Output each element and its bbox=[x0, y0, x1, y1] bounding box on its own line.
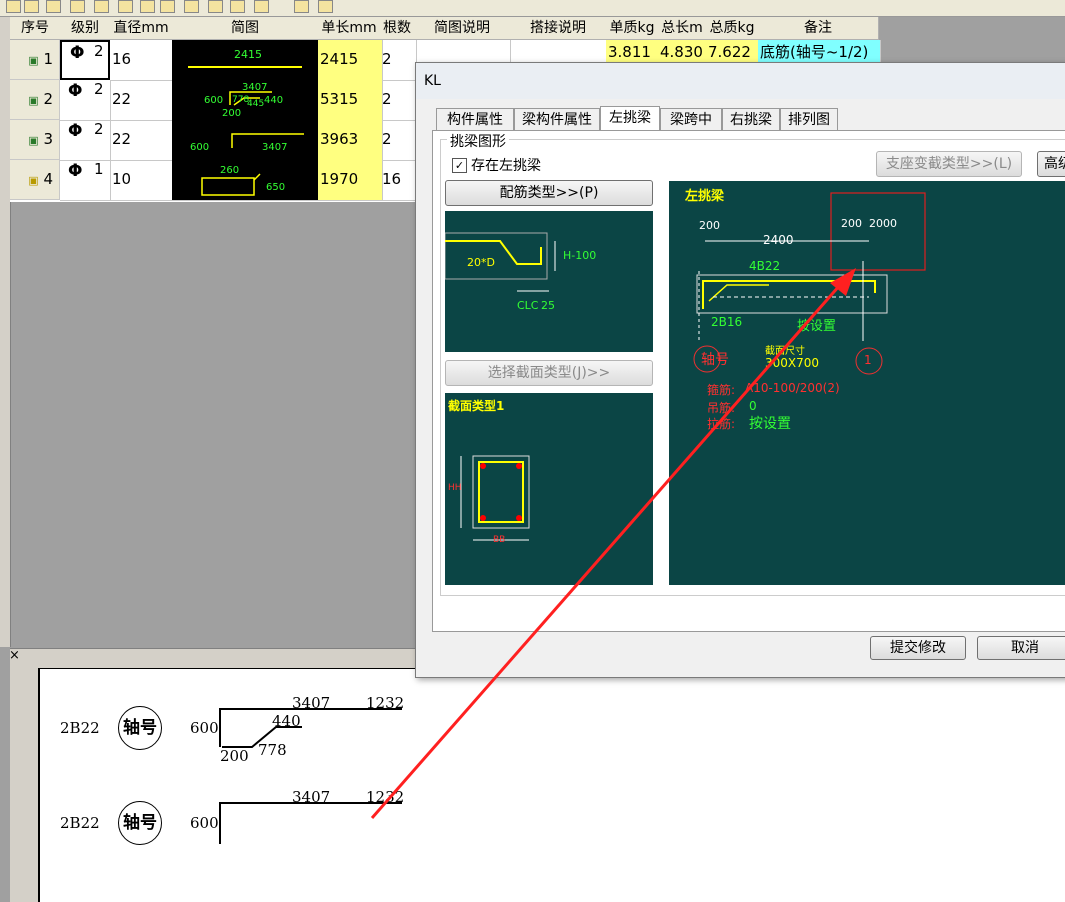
annotation-arrow bbox=[370, 268, 856, 819]
